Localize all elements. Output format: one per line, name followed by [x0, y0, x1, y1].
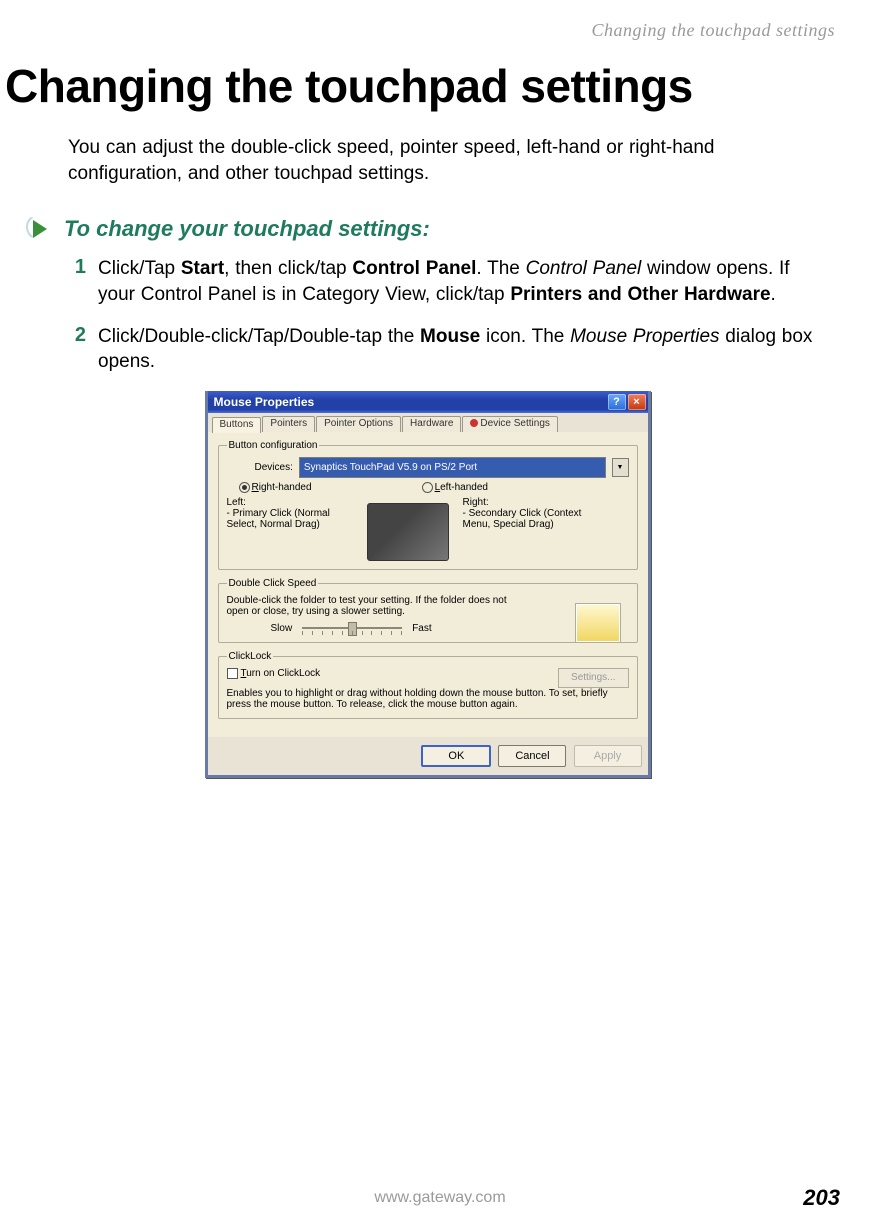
- step-number: 1: [70, 256, 86, 307]
- play-icon: [30, 217, 54, 241]
- running-title: Changing the touchpad settings: [0, 20, 845, 41]
- left-col-body: - Primary Click (Normal Select, Normal D…: [227, 508, 357, 530]
- tab-buttons[interactable]: Buttons: [212, 417, 262, 433]
- ok-button[interactable]: OK: [421, 745, 491, 767]
- apply-button[interactable]: Apply: [574, 745, 642, 767]
- double-click-desc: Double-click the folder to test your set…: [227, 595, 527, 617]
- right-col-body: - Secondary Click (Context Menu, Special…: [463, 508, 593, 530]
- titlebar[interactable]: Mouse Properties ? ×: [208, 391, 648, 413]
- clicklock-desc: Enables you to highlight or drag without…: [227, 688, 629, 710]
- double-click-legend: Double Click Speed: [227, 578, 319, 589]
- cancel-button[interactable]: Cancel: [498, 745, 566, 767]
- turn-on-clicklock-checkbox[interactable]: Turn on ClickLock: [227, 668, 321, 679]
- task-heading: To change your touchpad settings:: [64, 216, 430, 242]
- folder-icon[interactable]: [575, 603, 621, 643]
- touchpad-illustration: [367, 503, 449, 561]
- help-button[interactable]: ?: [608, 394, 626, 410]
- tab-device-settings[interactable]: Device Settings: [462, 416, 557, 432]
- dialog-title: Mouse Properties: [214, 395, 606, 409]
- close-button[interactable]: ×: [628, 394, 646, 410]
- step-1-text: Click/Tap Start, then click/tap Control …: [98, 256, 825, 307]
- slow-label: Slow: [271, 623, 293, 634]
- synaptics-icon: [470, 419, 478, 427]
- clicklock-settings-button[interactable]: Settings...: [558, 668, 628, 688]
- intro-paragraph: You can adjust the double-click speed, p…: [68, 135, 825, 186]
- clicklock-legend: ClickLock: [227, 651, 274, 662]
- dropdown-arrow-icon[interactable]: ▼: [612, 458, 629, 477]
- tab-pointers[interactable]: Pointers: [262, 416, 315, 432]
- tab-row: Buttons Pointers Pointer Options Hardwar…: [208, 413, 648, 432]
- mouse-properties-dialog: Mouse Properties ? × Buttons Pointers Po…: [205, 391, 651, 778]
- button-config-legend: Button configuration: [227, 440, 320, 451]
- left-col-head: Left:: [227, 497, 357, 508]
- right-handed-radio[interactable]: Right-handed: [239, 482, 312, 493]
- page-number: 203: [803, 1185, 840, 1211]
- dialog-button-row: OK Cancel Apply: [208, 737, 648, 775]
- double-click-group: Double Click Speed Double-click the fold…: [218, 578, 638, 643]
- fast-label: Fast: [412, 623, 431, 634]
- right-col-head: Right:: [463, 497, 593, 508]
- devices-label: Devices:: [255, 462, 293, 473]
- double-click-slider[interactable]: [302, 627, 402, 629]
- button-config-group: Button configuration Devices: Synaptics …: [218, 440, 638, 570]
- step-number: 2: [70, 324, 86, 375]
- devices-select[interactable]: Synaptics TouchPad V5.9 on PS/2 Port: [299, 457, 606, 478]
- page-title: Changing the touchpad settings: [5, 59, 845, 113]
- footer-url: www.gateway.com: [374, 1189, 505, 1207]
- tab-pointer-options[interactable]: Pointer Options: [316, 416, 401, 432]
- clicklock-group: ClickLock Settings... Turn on ClickLock …: [218, 651, 638, 719]
- tab-hardware[interactable]: Hardware: [402, 416, 461, 432]
- left-handed-radio[interactable]: Left-handed: [422, 482, 488, 493]
- step-2-text: Click/Double-click/Tap/Double-tap the Mo…: [98, 324, 825, 375]
